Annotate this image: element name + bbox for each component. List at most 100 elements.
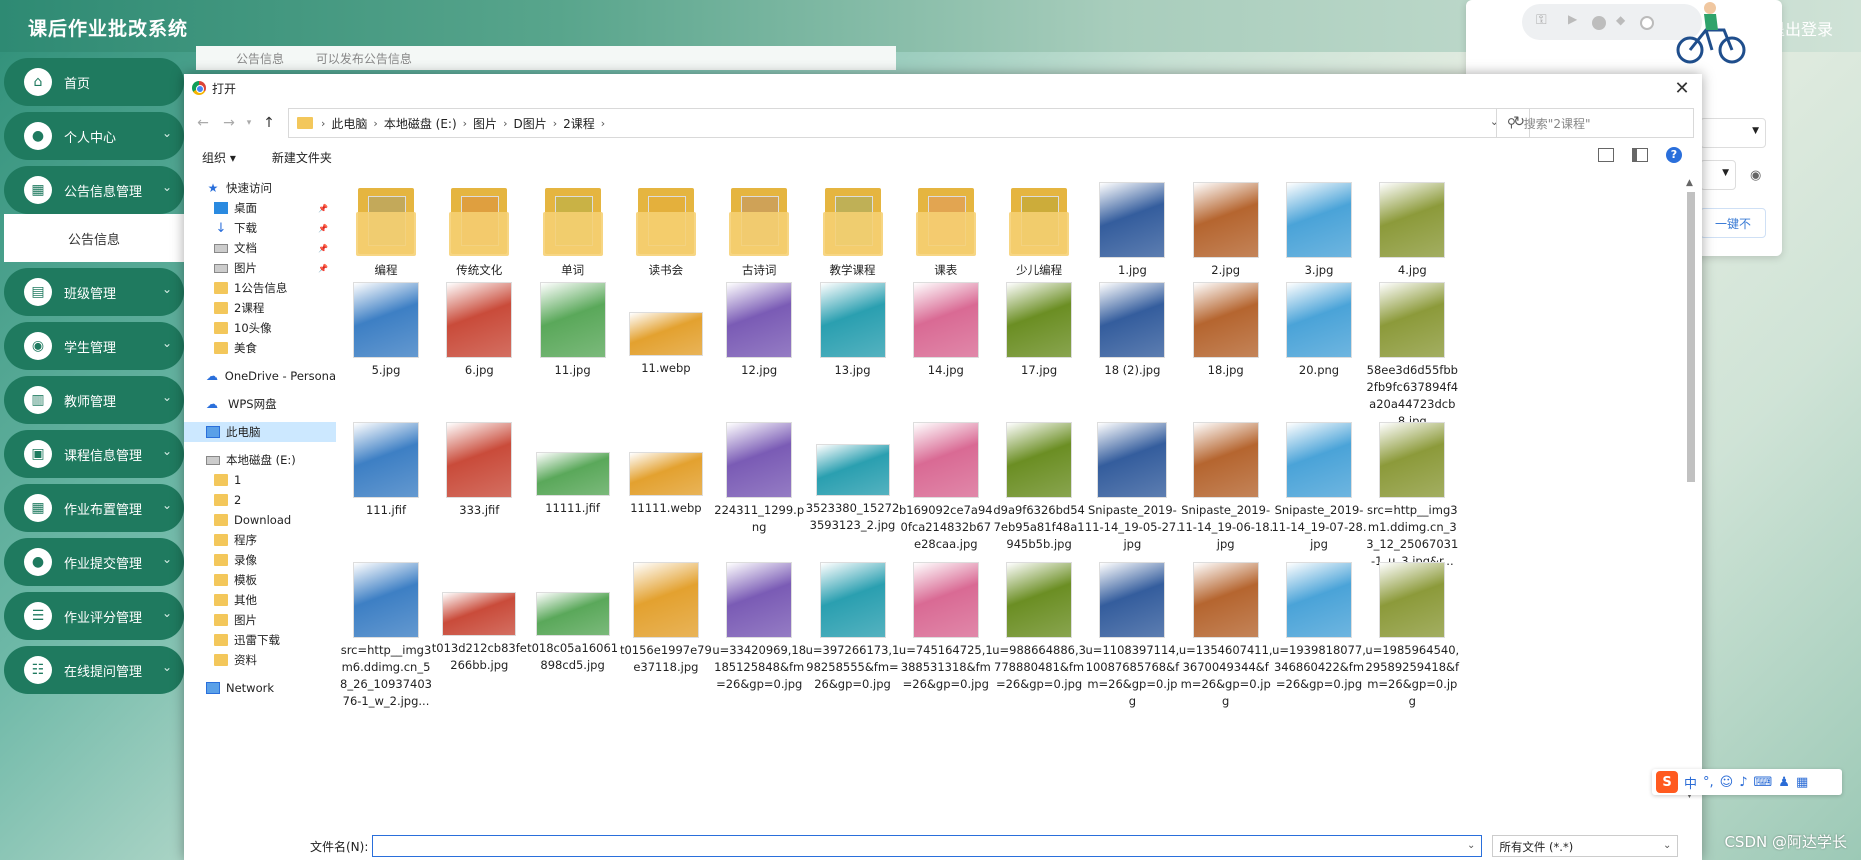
file-item[interactable]: 11111.webp: [618, 422, 714, 517]
folder-item[interactable]: 传统文化: [431, 182, 527, 279]
nav-disk-folder[interactable]: 模板: [184, 570, 336, 590]
nav-quick-item[interactable]: 文档 📌: [184, 238, 336, 258]
recent-locations-icon[interactable]: ▾: [242, 118, 256, 128]
up-arrow-icon[interactable]: ↑: [256, 115, 282, 131]
lang-indicator[interactable]: 中: [1684, 773, 1697, 792]
folder-item[interactable]: 少儿编程: [991, 182, 1087, 279]
sidebar-item[interactable]: ☰ 作业评分管理 ⌄: [4, 592, 184, 640]
sidebar-item[interactable]: ▦ 作业布置管理 ⌄: [4, 484, 184, 532]
file-item[interactable]: Snipaste_2019-11-14_19-06-18.jpg: [1178, 422, 1274, 553]
forward-arrow-icon[interactable]: →: [216, 115, 242, 131]
mic-icon[interactable]: ♪: [1739, 775, 1747, 790]
file-item[interactable]: src=http__img3m6.ddimg.cn_58_26_10937403…: [338, 562, 434, 710]
breadcrumb-item[interactable]: 图片: [473, 115, 497, 132]
scrollbar-thumb[interactable]: [1687, 192, 1695, 482]
file-item[interactable]: 6.jpg: [431, 282, 527, 379]
file-item[interactable]: 13.jpg: [805, 282, 901, 379]
file-item[interactable]: 20.png: [1271, 282, 1367, 379]
nav-disk[interactable]: 本地磁盘 (E:): [184, 450, 336, 470]
captcha-select[interactable]: ▼: [1700, 118, 1766, 148]
chevron-down-icon[interactable]: ⌄: [1467, 840, 1475, 851]
nav-quick-item[interactable]: 图片 📌: [184, 258, 336, 278]
filetype-select[interactable]: 所有文件 (*.*) ⌄: [1492, 835, 1679, 857]
nav-quick-item[interactable]: 美食: [184, 338, 336, 358]
nav-quick-item[interactable]: 10头像: [184, 318, 336, 338]
ime-toolbar[interactable]: S 中 °, ☺ ♪ ⌨ ♟ ▦: [1652, 769, 1842, 795]
file-item[interactable]: 12.jpg: [711, 282, 807, 379]
nav-disk-folder[interactable]: Download: [184, 510, 336, 530]
file-item[interactable]: Snipaste_2019-11-14_19-05-27.jpg: [1084, 422, 1180, 553]
file-item[interactable]: d9a9f6326bd547eb95a81f48a1945b5b.jpg: [991, 422, 1087, 553]
file-item[interactable]: 18.jpg: [1178, 282, 1274, 379]
file-item[interactable]: 11111.jfif: [525, 422, 621, 517]
breadcrumb-item[interactable]: 2课程: [563, 115, 595, 132]
nav-quick-item[interactable]: 1公告信息: [184, 278, 336, 298]
file-item[interactable]: src=http__img3m1.ddimg.cn_33_12_25067031…: [1364, 422, 1460, 570]
nav-disk-folder[interactable]: 录像: [184, 550, 336, 570]
file-item[interactable]: 2.jpg: [1178, 182, 1274, 279]
captcha-button[interactable]: 一键不: [1700, 208, 1766, 238]
keyboard-icon[interactable]: ⌨: [1754, 775, 1773, 790]
file-item[interactable]: 14.jpg: [898, 282, 994, 379]
nav-disk-folder[interactable]: 其他: [184, 590, 336, 610]
nav-disk-folder[interactable]: 迅雷下载: [184, 630, 336, 650]
file-item[interactable]: 333.jfif: [431, 422, 527, 519]
nav-disk-folder[interactable]: 程序: [184, 530, 336, 550]
file-item[interactable]: u=988664886,3778880481&fm=26&gp=0.jpg: [991, 562, 1087, 693]
nav-wps[interactable]: ☁ WPS网盘: [184, 394, 336, 414]
sidebar-item[interactable]: ☷ 在线提问管理 ⌄: [4, 646, 184, 694]
sidebar-item[interactable]: ● 作业提交管理 ⌄: [4, 538, 184, 586]
breadcrumb-item[interactable]: 此电脑: [331, 115, 367, 132]
file-item[interactable]: b169092ce7a940fca214832b67e28caa.jpg: [898, 422, 994, 553]
eye-icon[interactable]: ◉: [1750, 168, 1761, 183]
breadcrumb-item[interactable]: D图片: [513, 115, 546, 132]
file-item[interactable]: u=1985964540,29589259418&fm=26&gp=0.jpg: [1364, 562, 1460, 710]
nav-disk-folder[interactable]: 图片: [184, 610, 336, 630]
folder-item[interactable]: 读书会: [618, 182, 714, 279]
help-icon[interactable]: ?: [1666, 147, 1682, 163]
folder-item[interactable]: 编程: [338, 182, 434, 279]
sidebar-item[interactable]: ◉ 学生管理 ⌄: [4, 322, 184, 370]
sidebar-item[interactable]: ● 个人中心 ⌄: [4, 112, 184, 160]
nav-disk-folder[interactable]: 2: [184, 490, 336, 510]
file-item[interactable]: 58ee3d6d55fbb2fb9fc637894f4a20a44723dcb8…: [1364, 282, 1460, 430]
file-item[interactable]: u=33420969,18185125848&fm=26&gp=0.jpg: [711, 562, 807, 693]
nav-disk-folder[interactable]: 1: [184, 470, 336, 490]
nav-quick-item[interactable]: 2课程: [184, 298, 336, 318]
address-bar[interactable]: › 此电脑 › 本地磁盘 (E:) › 图片 › D图片 › 2课程 › ⌄ ↻: [288, 108, 1530, 138]
file-item[interactable]: 3.jpg: [1271, 182, 1367, 279]
organize-button[interactable]: 组织 ▾: [202, 149, 236, 166]
file-item[interactable]: Snipaste_2019-11-14_19-07-28.jpg: [1271, 422, 1367, 553]
nav-network[interactable]: Network: [184, 678, 336, 698]
breadcrumb-item[interactable]: 本地磁盘 (E:): [384, 115, 457, 132]
search-box[interactable]: ⚲ 搜索"2课程": [1496, 108, 1694, 138]
file-item[interactable]: u=1939818077,346860422&fm=26&gp=0.jpg: [1271, 562, 1367, 693]
sidebar-item[interactable]: ▣ 课程信息管理 ⌄: [4, 430, 184, 478]
scroll-up-icon[interactable]: ▲: [1686, 178, 1693, 188]
sidebar-item[interactable]: ⌂ 首页: [4, 58, 184, 106]
nav-quick-item[interactable]: ↓ 下载 📌: [184, 218, 336, 238]
folder-item[interactable]: 教学课程: [805, 182, 901, 279]
nav-disk-folder[interactable]: 资料: [184, 650, 336, 670]
file-item[interactable]: t018c05a16061898cd5.jpg: [525, 562, 621, 674]
file-item[interactable]: u=1108397114,10087685768&fm=26&gp=0.jpg: [1084, 562, 1180, 710]
file-item[interactable]: u=397266173,198258555&fm=26&gp=0.jpg: [805, 562, 901, 693]
skin-icon[interactable]: ♟: [1778, 775, 1790, 790]
nav-quick-item[interactable]: 桌面 📌: [184, 198, 336, 218]
file-item[interactable]: 224311_1299.png: [711, 422, 807, 536]
menu-grid-icon[interactable]: ▦: [1796, 775, 1808, 790]
vertical-scrollbar[interactable]: ▲ ▼: [1684, 178, 1698, 800]
nav-onedrive[interactable]: ☁ OneDrive - Persona: [184, 366, 336, 386]
folder-item[interactable]: 古诗词: [711, 182, 807, 279]
file-item[interactable]: 11.webp: [618, 282, 714, 377]
file-item[interactable]: 18 (2).jpg: [1084, 282, 1180, 379]
captcha-select[interactable]: ▼: [1700, 160, 1736, 190]
emoji-icon[interactable]: ☺: [1720, 775, 1734, 790]
captcha-slider[interactable]: ⚿ ▶ ◆: [1522, 4, 1702, 40]
sidebar-item[interactable]: ▥ 教师管理 ⌄: [4, 376, 184, 424]
file-item[interactable]: 3523380_152723593123_2.jpg: [805, 422, 901, 534]
filename-input[interactable]: ⌄: [372, 835, 1483, 857]
sidebar-item[interactable]: ▦ 公告信息管理 ⌄: [4, 166, 184, 214]
tab-announcements[interactable]: 公告信息: [236, 52, 284, 66]
file-item[interactable]: u=745164725,1388531318&fm=26&gp=0.jpg: [898, 562, 994, 693]
